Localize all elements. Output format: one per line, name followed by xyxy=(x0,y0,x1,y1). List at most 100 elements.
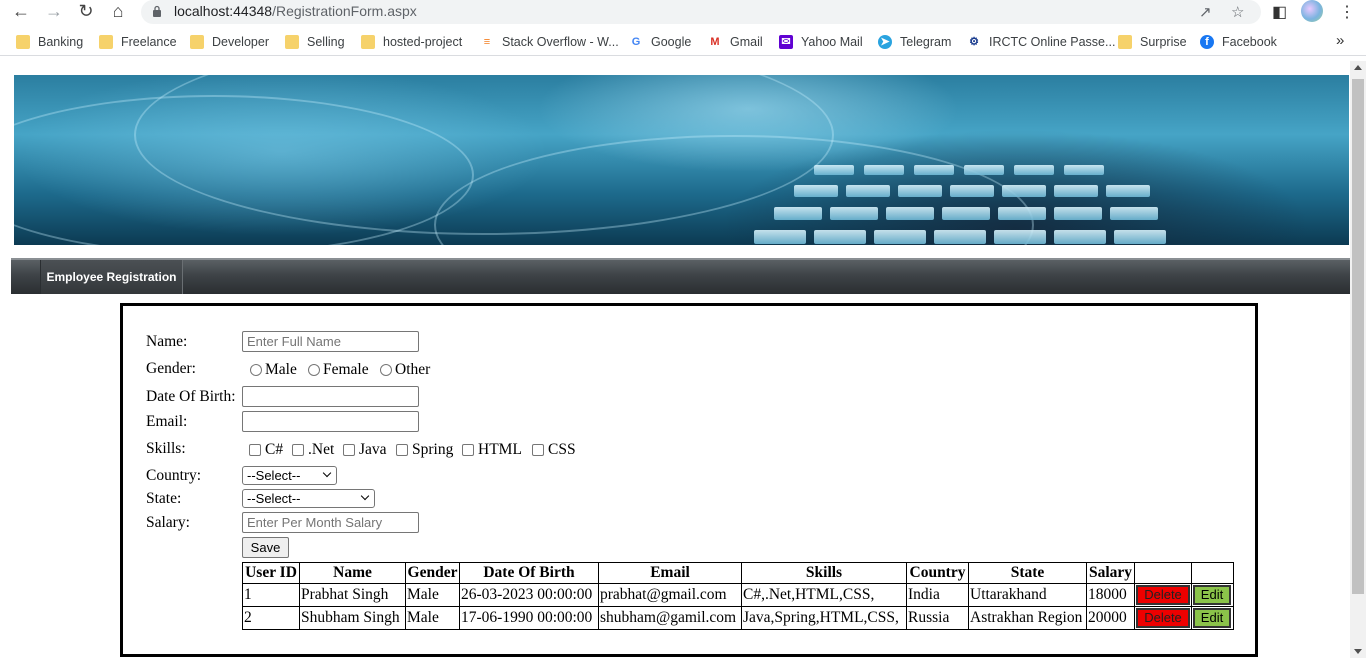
column-header: User ID xyxy=(242,562,300,584)
home-icon[interactable]: ⌂ xyxy=(107,1,129,21)
checkbox-label: .Net xyxy=(308,441,335,458)
bookmark-stack-overflow[interactable]: ≡ Stack Overflow - W... xyxy=(480,34,619,50)
dob-label: Date Of Birth: xyxy=(146,388,236,405)
checkbox-label: Java xyxy=(359,441,387,458)
name-label: Name: xyxy=(146,333,188,350)
dob-input[interactable] xyxy=(242,386,419,407)
side-panel-icon[interactable]: ◧ xyxy=(1272,2,1287,22)
bookmark-telegram[interactable]: ➤ Telegram xyxy=(878,34,951,50)
banner-key xyxy=(998,207,1046,220)
scroll-up-arrow-icon[interactable] xyxy=(1354,65,1362,70)
banner-key xyxy=(874,230,926,244)
bookmark-freelance[interactable]: Freelance xyxy=(99,34,177,50)
cell-gender: Male xyxy=(405,583,460,607)
scroll-down-arrow-icon[interactable] xyxy=(1354,649,1362,654)
lock-icon xyxy=(153,5,161,17)
forward-arrow-icon[interactable]: → xyxy=(43,1,65,21)
bookmark-gmail[interactable]: M Gmail xyxy=(708,34,762,50)
menu-item-employee-registration[interactable]: Employee Registration xyxy=(40,260,183,294)
back-arrow-icon[interactable]: ← xyxy=(10,1,32,21)
skill-checkbox-spring[interactable]: Spring xyxy=(396,441,453,459)
radio-button[interactable] xyxy=(250,364,262,376)
browser-toolbar: ← → ↻ ⌂ localhost:44348/RegistrationForm… xyxy=(0,0,1366,24)
checkbox[interactable] xyxy=(462,444,474,456)
gender-radio-other[interactable]: Other xyxy=(380,361,430,379)
bookmark-selling[interactable]: Selling xyxy=(285,34,345,50)
edit-button[interactable]: Edit xyxy=(1193,608,1231,628)
gender-radio-male[interactable]: Male xyxy=(250,361,297,379)
banner-key xyxy=(898,185,942,197)
header-banner-image xyxy=(14,75,1349,245)
state-select[interactable]: --Select-- xyxy=(242,489,375,508)
save-button[interactable]: Save xyxy=(242,537,289,558)
checkbox[interactable] xyxy=(292,444,304,456)
banner-key xyxy=(1054,207,1102,220)
folder-icon xyxy=(285,35,299,49)
scrollbar-thumb[interactable] xyxy=(1352,79,1364,594)
cell-salary: 18000 xyxy=(1086,583,1135,607)
address-bar[interactable]: localhost:44348/RegistrationForm.aspx ↗ … xyxy=(141,0,1261,24)
skill-checkbox-java[interactable]: Java xyxy=(343,441,387,459)
checkbox-label: C# xyxy=(265,441,284,458)
bookmark-google[interactable]: G Google xyxy=(629,34,692,50)
bookmark-facebook[interactable]: f Facebook xyxy=(1200,34,1277,50)
checkbox[interactable] xyxy=(343,444,355,456)
skill-checkbox-css[interactable]: CSS xyxy=(532,441,576,459)
folder-icon xyxy=(361,35,375,49)
cell-country: Russia xyxy=(906,606,969,630)
bookmark-label: Freelance xyxy=(121,35,177,49)
page-scrollbar[interactable] xyxy=(1350,61,1366,658)
edit-button[interactable]: Edit xyxy=(1193,585,1231,605)
banner-key xyxy=(1064,165,1104,175)
checkbox[interactable] xyxy=(396,444,408,456)
banner-key xyxy=(914,165,954,175)
banner-key xyxy=(830,207,878,220)
cell-skills: Java,Spring,HTML,CSS, xyxy=(741,606,907,630)
country-select[interactable]: --Select-- xyxy=(242,466,337,485)
cell-skills: C#,.Net,HTML,CSS, xyxy=(741,583,907,607)
kebab-menu-icon[interactable]: ⋮ xyxy=(1339,2,1355,22)
bookmark-developer[interactable]: Developer xyxy=(190,34,269,50)
column-header: Country xyxy=(906,562,969,584)
banner-key xyxy=(994,230,1046,244)
radio-label: Male xyxy=(265,361,297,378)
page-viewport: Employee Registration Name: Enter Full N… xyxy=(0,61,1350,658)
reload-icon[interactable]: ↻ xyxy=(75,1,97,21)
radio-button[interactable] xyxy=(380,364,392,376)
column-header: Skills xyxy=(741,562,907,584)
share-icon[interactable]: ↗ xyxy=(1199,3,1212,21)
skill-checkbox-dotnet[interactable]: .Net xyxy=(292,441,334,459)
banner-key xyxy=(754,230,806,244)
telegram-icon: ➤ xyxy=(878,35,892,49)
delete-button[interactable]: Delete xyxy=(1136,608,1190,628)
skills-label: Skills: xyxy=(146,440,186,457)
gender-radio-female[interactable]: Female xyxy=(308,361,369,379)
skill-checkbox-html[interactable]: HTML xyxy=(462,441,522,459)
email-input[interactable] xyxy=(242,411,419,432)
bookmarks-overflow-button[interactable]: » xyxy=(1336,32,1344,49)
checkbox-label: CSS xyxy=(548,441,576,458)
salary-input[interactable]: Enter Per Month Salary xyxy=(242,512,419,533)
checkbox[interactable] xyxy=(532,444,544,456)
column-header: Date Of Birth xyxy=(459,562,599,584)
bookmark-banking[interactable]: Banking xyxy=(16,34,83,50)
bookmark-surprise[interactable]: Surprise xyxy=(1118,34,1187,50)
checkbox-label: Spring xyxy=(412,441,454,458)
table-row: 1 Prabhat Singh Male 26-03-2023 00:00:00… xyxy=(242,583,1234,607)
skill-checkbox-csharp[interactable]: C# xyxy=(249,441,283,459)
radio-button[interactable] xyxy=(308,364,320,376)
column-header xyxy=(1191,562,1234,584)
cell-state: Astrakhan Region xyxy=(968,606,1087,630)
bookmark-hosted-project[interactable]: hosted-project xyxy=(361,34,462,50)
name-input[interactable]: Enter Full Name xyxy=(242,331,419,352)
profile-avatar[interactable] xyxy=(1301,0,1323,22)
folder-icon xyxy=(1118,35,1132,49)
star-icon[interactable]: ☆ xyxy=(1231,3,1244,21)
delete-button[interactable]: Delete xyxy=(1136,585,1190,605)
bookmark-irctc[interactable]: ⚙ IRCTC Online Passe... xyxy=(967,34,1115,50)
bookmark-yahoo-mail[interactable]: ✉ Yahoo Mail xyxy=(779,34,863,50)
bookmark-label: Stack Overflow - W... xyxy=(502,35,619,49)
banner-key xyxy=(964,165,1004,175)
checkbox[interactable] xyxy=(249,444,261,456)
cell-dob: 17-06-1990 00:00:00 xyxy=(459,606,599,630)
